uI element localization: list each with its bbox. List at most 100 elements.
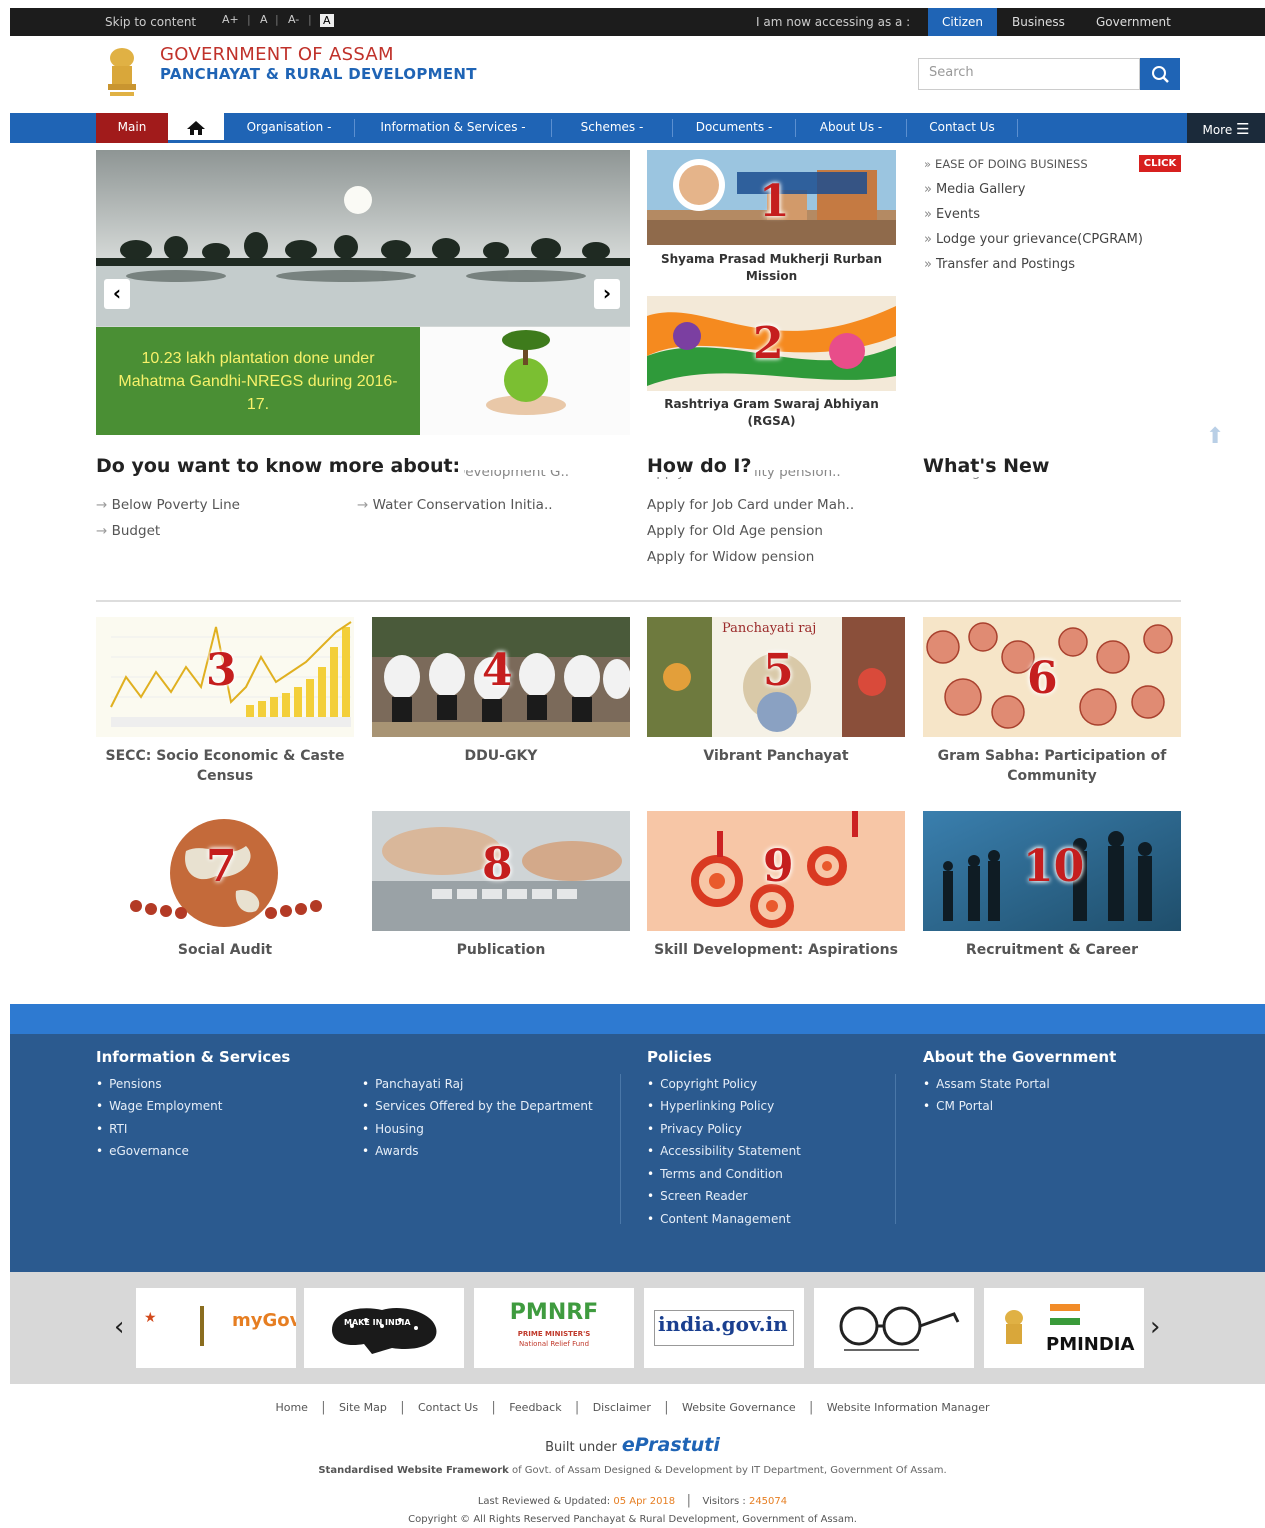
nav-main[interactable]: Main (96, 113, 168, 143)
footer-link-label: Services Offered by the Department (375, 1099, 593, 1113)
skip-to-content-link[interactable]: Skip to content (105, 15, 196, 29)
nav-documents[interactable]: Documents - (673, 113, 795, 143)
footer-link[interactable]: • Content Management (647, 1212, 791, 1226)
tile-number: 6 (1027, 653, 1058, 704)
back-to-top-icon[interactable]: ⬆ (1206, 424, 1224, 449)
grid-tile-social-audit[interactable]: 7 (96, 811, 354, 931)
logo-swachh-bharat[interactable] (814, 1288, 974, 1368)
font-decrease-button[interactable]: A- (288, 13, 299, 26)
footer-link[interactable]: • Awards (362, 1144, 419, 1158)
quicklink-transfer-postings[interactable]: » Transfer and Postings (924, 257, 1075, 272)
nav-more-button[interactable]: More ☰ (1187, 113, 1265, 143)
nav-schemes[interactable]: Schemes - (552, 113, 672, 143)
grid-tile-recruitment[interactable]: 10 (923, 811, 1181, 931)
footer-link-label: Content Management (660, 1212, 791, 1226)
footer-link[interactable]: • Assam State Portal (923, 1077, 1050, 1091)
know-more-link[interactable]: → Below Poverty Line (96, 497, 240, 513)
quicklink-events[interactable]: » Events (924, 207, 980, 222)
footer-link[interactable]: • Panchayati Raj (362, 1077, 463, 1091)
banner-caption: 10.23 lakh plantation done under Mahatma… (96, 327, 420, 435)
grid-caption-gramsabha[interactable]: Gram Sabha: Participation of Community (923, 746, 1181, 786)
quicklink-grievance[interactable]: » Lodge your grievance(CPGRAM) (924, 232, 1143, 247)
last-reviewed-label: Last Reviewed & Updated: (477, 1496, 611, 1507)
click-badge[interactable]: CLICK (1139, 155, 1181, 172)
slider-prev-button[interactable]: ‹ (104, 279, 130, 309)
footer-link[interactable]: • Pensions (96, 1077, 162, 1091)
grid-tile-publication[interactable]: 8 (372, 811, 630, 931)
bottom-link-disclaimer[interactable]: Disclaimer (593, 1401, 651, 1414)
grid-tile-skill[interactable]: 9 (647, 811, 905, 931)
slider-next-button[interactable]: › (594, 279, 620, 309)
font-normal-button[interactable]: A (260, 13, 268, 26)
footer-link[interactable]: • Accessibility Statement (647, 1144, 801, 1158)
logo-india-gov[interactable]: india.gov.in (644, 1288, 804, 1368)
logo-pmnrf[interactable]: PMNRF PRIME MINISTER'S National Relief F… (474, 1288, 634, 1368)
eprastuti-logo[interactable]: ePrastuti (622, 1434, 720, 1456)
footer-link[interactable]: • Copyright Policy (647, 1077, 757, 1091)
footer-link[interactable]: • RTI (96, 1122, 127, 1136)
grid-caption-panchayat[interactable]: Vibrant Panchayat (647, 746, 905, 766)
footer-link[interactable]: • eGovernance (96, 1144, 189, 1158)
grid-caption-skill[interactable]: Skill Development: Aspirations (647, 940, 905, 960)
carousel-prev-button[interactable]: ‹ (114, 1312, 124, 1342)
tile-number: 5 (763, 645, 794, 696)
footer-link[interactable]: • Services Offered by the Department (362, 1099, 593, 1113)
grid-tile-ddugky[interactable]: 4 (372, 617, 630, 737)
grid-tile-gramsabha[interactable]: 6 (923, 617, 1181, 737)
nav-information-services[interactable]: Information & Services - (355, 113, 551, 143)
how-do-i-link[interactable]: Apply for Widow pension (647, 549, 814, 565)
grid-caption-publication[interactable]: Publication (372, 940, 630, 960)
audience-business-tab[interactable]: Business (998, 8, 1079, 36)
top-utility-bar: Skip to content A+ | A | A- | A I am now… (10, 8, 1265, 36)
how-do-i-link[interactable]: Apply for Old Age pension (647, 523, 823, 539)
quicklink-ease-of-business[interactable]: » EASE OF DOING BUSINESS (924, 157, 1088, 171)
built-under-label: Built under (545, 1440, 617, 1455)
bottom-link-contact[interactable]: Contact Us (418, 1401, 478, 1414)
logo-make-in-india[interactable]: MAKE IN INDIA (304, 1288, 464, 1368)
bottom-link-feedback[interactable]: Feedback (509, 1401, 561, 1414)
nav-home[interactable] (168, 113, 224, 143)
tile-srm-image[interactable]: 1 (647, 150, 896, 245)
search-button[interactable] (1140, 58, 1180, 90)
search-input[interactable]: Search (918, 58, 1140, 90)
grid-caption-social-audit[interactable]: Social Audit (96, 940, 354, 960)
nav-about-us[interactable]: About Us - (796, 113, 906, 143)
nav-organisation[interactable]: Organisation - (224, 113, 354, 143)
tile-rgsa-caption[interactable]: Rashtriya Gram Swaraj Abhiyan (RGSA) (647, 396, 896, 430)
audience-citizen-tab[interactable]: Citizen (928, 8, 998, 36)
font-increase-button[interactable]: A+ (222, 13, 239, 26)
footer-link[interactable]: • Terms and Condition (647, 1167, 783, 1181)
footer-strip (10, 1004, 1265, 1034)
footer-link[interactable]: • Screen Reader (647, 1189, 748, 1203)
footer-link-label: Hyperlinking Policy (660, 1099, 775, 1113)
bottom-link-home[interactable]: Home (275, 1401, 307, 1414)
footer-link-label: Awards (375, 1144, 419, 1158)
know-more-link[interactable]: → Budget (96, 523, 160, 539)
audience-government-tab[interactable]: Government (1082, 8, 1185, 36)
contrast-button[interactable]: A (320, 14, 334, 27)
know-more-link[interactable]: → Water Conservation Initia.. (357, 497, 553, 513)
tile-srm-caption[interactable]: Shyama Prasad Mukherji Rurban Mission (647, 251, 896, 285)
grid-tile-secc[interactable]: 3 (96, 617, 354, 737)
logo-mygov[interactable]: ★ myGov (136, 1288, 296, 1368)
carousel-next-button[interactable]: › (1150, 1312, 1160, 1342)
quicklink-media-gallery[interactable]: » Media Gallery (924, 182, 1025, 197)
bottom-link-info-manager[interactable]: Website Information Manager (827, 1401, 990, 1414)
how-do-i-link[interactable]: Apply for Job Card under Mah.. (647, 497, 854, 513)
grid-caption-recruitment[interactable]: Recruitment & Career (923, 940, 1181, 960)
bottom-link-governance[interactable]: Website Governance (682, 1401, 796, 1414)
footer-link[interactable]: • Privacy Policy (647, 1122, 742, 1136)
footer-link[interactable]: • Wage Employment (96, 1099, 222, 1113)
footer-link[interactable]: • CM Portal (923, 1099, 993, 1113)
grid-caption-ddugky[interactable]: DDU-GKY (372, 746, 630, 766)
quicklink-label: Lodge your grievance(CPGRAM) (935, 232, 1143, 247)
grid-tile-panchayat[interactable]: Panchayati raj 5 (647, 617, 905, 737)
footer-link-label: Pensions (109, 1077, 162, 1091)
grid-caption-secc[interactable]: SECC: Socio Economic & Caste Census (96, 746, 354, 786)
footer-link[interactable]: • Hyperlinking Policy (647, 1099, 774, 1113)
bottom-link-sitemap[interactable]: Site Map (339, 1401, 387, 1414)
tile-rgsa-image[interactable]: 2 (647, 296, 896, 391)
logo-pmindia[interactable]: PMINDIA (984, 1288, 1144, 1368)
footer-link[interactable]: • Housing (362, 1122, 424, 1136)
nav-contact-us[interactable]: Contact Us (907, 113, 1017, 143)
